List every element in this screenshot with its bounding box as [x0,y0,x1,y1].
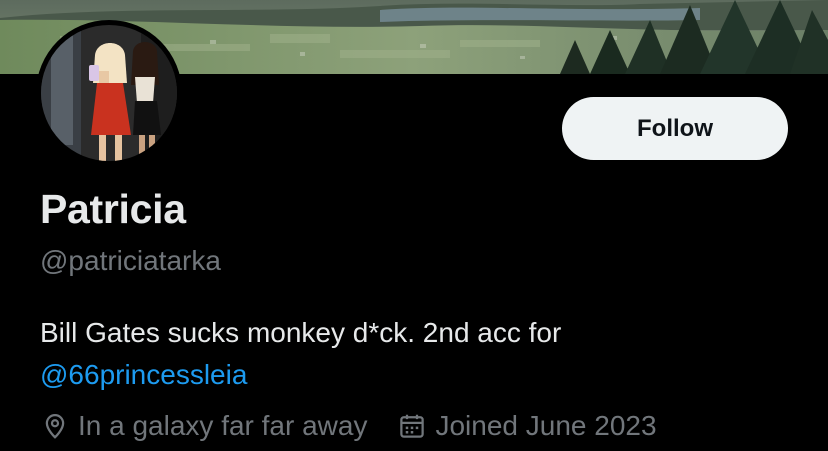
avatar-photo [41,25,177,161]
avatar-image [41,25,177,161]
bio-text: Bill Gates sucks monkey d*ck. 2nd acc fo… [40,317,562,348]
display-name: Patricia [40,186,186,232]
location-item: In a galaxy far far away [40,410,367,442]
bio-mention-link[interactable]: @66princessleia [40,359,247,390]
follow-button[interactable]: Follow [562,97,788,160]
joined-text: Joined June 2023 [435,410,657,441]
location-text: In a galaxy far far away [78,410,368,441]
profile-meta: In a galaxy far far away Joined June 202… [40,410,657,442]
user-handle: @patriciatarka [40,245,221,276]
joined-item: Joined June 2023 [397,410,657,442]
avatar[interactable] [36,20,182,166]
profile-bio: Bill Gates sucks monkey d*ck. 2nd acc fo… [40,312,780,396]
profile-page: Follow Patricia @patriciatarka Bill Gate… [0,0,828,451]
calendar-icon [397,411,427,441]
map-pin-icon [40,411,70,441]
